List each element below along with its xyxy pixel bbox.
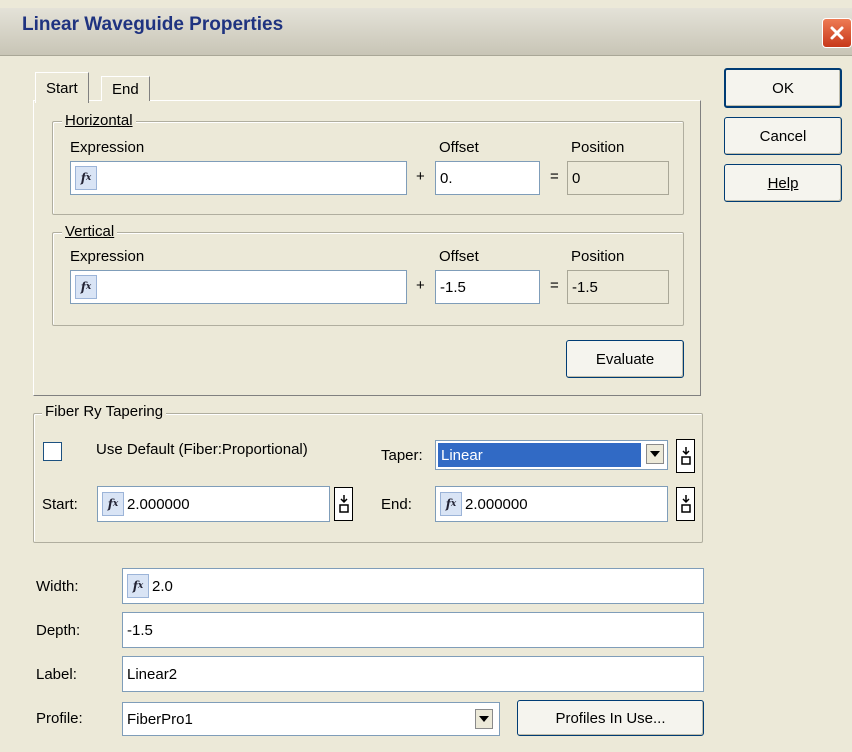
taper-selected-highlight: Linear [438,443,641,467]
vertical-offset-value: -1.5 [440,278,466,296]
spinner-icon [680,447,691,465]
spinner-icon [680,495,691,513]
evaluate-button[interactable]: Evaluate [566,340,684,378]
taper-spinner[interactable] [676,439,695,473]
evaluate-button-label: Evaluate [595,350,655,368]
horizontal-position-value: 0 [572,169,581,187]
width-value: 2.0 [152,577,173,595]
vertical-expression-label: Expression [70,248,145,265]
help-button-label: Help [767,174,799,192]
depth-input[interactable]: -1.5 [122,612,704,648]
cancel-button-label: Cancel [759,127,807,145]
horizontal-offset-label: Offset [439,139,479,156]
vertical-offset-label: Offset [439,248,479,265]
function-icon[interactable]: fx [75,166,97,190]
function-icon[interactable]: fx [127,574,149,598]
spinner-icon [338,495,349,513]
cancel-button[interactable]: Cancel [724,117,842,155]
taper-end-spinner[interactable] [676,487,695,521]
horizontal-equals-sign: = [550,168,559,185]
help-button[interactable]: Help [724,164,842,202]
taper-end-input[interactable]: fx 2.000000 [435,486,668,522]
horizontal-position-label: Position [571,139,625,156]
tab-start[interactable]: Start [35,72,89,103]
use-default-checkbox[interactable] [43,442,62,461]
vertical-position-label: Position [571,248,625,265]
width-input[interactable]: fx 2.0 [122,568,704,604]
tab-end[interactable]: End [101,76,150,101]
taper-start-input[interactable]: fx 2.000000 [97,486,330,522]
close-button[interactable] [822,18,852,48]
taper-label: Taper: [381,447,423,464]
window-title: Linear Waveguide Properties [22,14,284,35]
close-icon [830,26,844,40]
vertical-position-value: -1.5 [572,278,598,296]
function-icon[interactable]: fx [75,275,97,299]
profiles-in-use-label: Profiles In Use... [555,709,666,727]
taper-start-value: 2.000000 [127,495,190,513]
ok-button[interactable]: OK [724,68,842,108]
tab-start-label: Start [46,79,78,97]
vertical-group-label: Vertical [62,223,118,240]
horizontal-offset-value: 0. [440,169,453,187]
label-label: Label: [36,666,77,683]
taper-start-spinner[interactable] [334,487,353,521]
depth-value: -1.5 [127,621,153,639]
taper-start-label: Start: [42,496,78,513]
vertical-plus-sign: + [416,277,425,294]
profile-label: Profile: [36,710,83,727]
depth-label: Depth: [36,622,81,639]
taper-select[interactable]: Linear [435,440,668,470]
horizontal-expression-input[interactable]: fx [70,161,407,195]
function-icon[interactable]: fx [102,492,124,516]
use-default-label: Use Default (Fiber:Proportional) [96,441,308,458]
width-label: Width: [36,578,79,595]
tapering-group [33,413,703,543]
vertical-position-field: -1.5 [567,270,669,304]
vertical-equals-sign: = [550,277,559,294]
horizontal-position-field: 0 [567,161,669,195]
label-input[interactable]: Linear2 [122,656,704,692]
taper-end-label: End: [381,496,412,513]
horizontal-plus-sign: + [416,168,425,185]
vertical-offset-input[interactable]: -1.5 [435,270,540,304]
vertical-expression-input[interactable]: fx [70,270,407,304]
profiles-in-use-button[interactable]: Profiles In Use... [517,700,704,736]
tab-end-label: End [112,80,139,98]
horizontal-group-label: Horizontal [62,112,136,129]
tapering-group-label: Fiber Ry Tapering [42,403,167,420]
function-icon[interactable]: fx [440,492,462,516]
dropdown-arrow-icon[interactable] [646,444,664,464]
dropdown-arrow-icon[interactable] [475,709,493,729]
taper-selected-value: Linear [441,446,483,464]
horizontal-expression-label: Expression [70,139,145,156]
ok-button-label: OK [772,79,794,97]
taper-end-value: 2.000000 [465,495,528,513]
horizontal-offset-input[interactable]: 0. [435,161,540,195]
profile-select[interactable]: FiberPro1 [122,702,500,736]
profile-value: FiberPro1 [127,710,193,728]
label-value: Linear2 [127,665,178,683]
